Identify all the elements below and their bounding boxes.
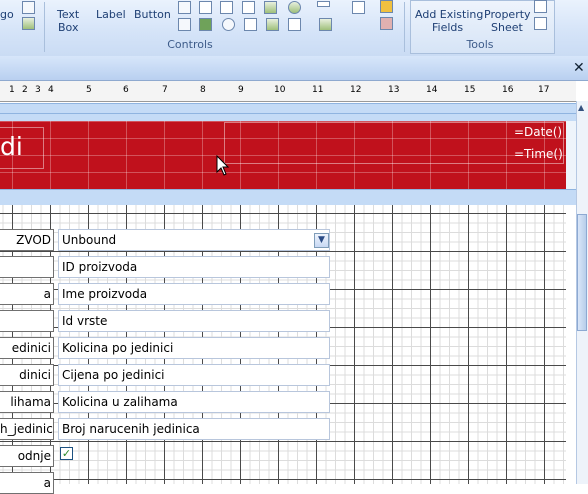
ruler-number: 17: [538, 85, 550, 95]
ruler-number: 7: [162, 85, 168, 95]
unbound-object-icon[interactable]: [288, 1, 301, 14]
subform-icon[interactable]: [199, 18, 212, 31]
label-kolicina-u-zalihama[interactable]: lihama: [0, 391, 54, 413]
ribbon-cut-label[interactable]: go: [0, 8, 14, 21]
report-title[interactable]: di: [0, 132, 23, 161]
field-id-proizvoda[interactable]: ID proizvoda: [58, 256, 330, 278]
ruler-number: 10: [274, 85, 286, 95]
horizontal-ruler: 1 2 3 4 5 6 7 8 9 10 11 12 13 14 15 16 1…: [0, 81, 576, 102]
label-proizvod[interactable]: ZVOD: [0, 229, 54, 251]
label-id-proizvoda[interactable]: [0, 256, 54, 278]
set-control-defaults-icon[interactable]: [380, 0, 393, 13]
field-kolicina-u-zalihama[interactable]: Kolicina u zalihama: [58, 391, 330, 413]
label-button[interactable]: Label: [96, 8, 126, 21]
select-all-icon[interactable]: [380, 17, 393, 30]
line-color-icon[interactable]: [319, 18, 332, 31]
ruler-number: 15: [464, 85, 476, 95]
chart-icon[interactable]: [264, 1, 277, 14]
insert-page-number-icon[interactable]: [352, 1, 365, 14]
document-tab-strip: [0, 56, 588, 81]
label-broj-narucenih-jedinica[interactable]: h_jedinica: [0, 418, 54, 440]
option-button-icon[interactable]: [222, 18, 235, 31]
ruler-number: 6: [123, 85, 129, 95]
tools-group-label: Tools: [466, 38, 494, 51]
field-id-vrste[interactable]: Id vrste: [58, 310, 330, 332]
ruler-number: 8: [200, 85, 206, 95]
field-kolicina-po-jedinici[interactable]: Kolicina po jedinici: [58, 337, 330, 359]
ruler-number: 16: [502, 85, 514, 95]
ruler-number: 13: [388, 85, 400, 95]
label-extra[interactable]: a: [0, 472, 54, 494]
time-expression[interactable]: =Time(): [514, 147, 563, 161]
discontinued-checkbox[interactable]: ✓: [60, 447, 73, 460]
date-time-box: [224, 122, 564, 164]
ribbon-separator: [404, 2, 405, 52]
tab-control-icon[interactable]: [178, 1, 191, 14]
attachment-icon[interactable]: [288, 18, 301, 31]
label-ime-proizvoda[interactable]: a: [0, 283, 54, 305]
ruler-number: 4: [48, 85, 54, 95]
detail-margin: [566, 205, 576, 484]
text-box-line2: Box: [58, 21, 79, 34]
scrollbar-thumb[interactable]: [577, 214, 587, 331]
ruler-number: 1: [9, 85, 15, 95]
field-broj-narucenih-jedinica[interactable]: Broj narucenih jedinica: [58, 418, 330, 440]
list-box-icon[interactable]: [178, 18, 191, 31]
line-style-icon[interactable]: [317, 1, 330, 7]
property-sheet-line2: Sheet: [491, 21, 523, 34]
option-group-icon[interactable]: [199, 1, 212, 14]
text-box-line1: Text: [57, 8, 80, 21]
view-code-icon[interactable]: [534, 0, 547, 13]
ruler-number: 3: [35, 85, 41, 95]
format-painter-icon[interactable]: [22, 17, 35, 30]
ruler-number: 2: [22, 85, 28, 95]
ruler-number: 11: [312, 85, 324, 95]
close-document-icon[interactable]: ✕: [573, 60, 585, 76]
ruler-number: 12: [350, 85, 362, 95]
label-id-vrste[interactable]: [0, 310, 54, 332]
button-button[interactable]: Button: [134, 8, 171, 21]
date-expression[interactable]: =Date(): [514, 125, 562, 139]
field-cijena-po-jedinici[interactable]: Cijena po jedinici: [58, 364, 330, 386]
property-sheet-line1: Property: [484, 8, 531, 21]
add-existing-line2: Fields: [432, 21, 464, 34]
header-margin: [566, 121, 576, 189]
scroll-up-icon[interactable]: ▲: [578, 103, 584, 112]
label-proizvodnje[interactable]: odnje: [0, 445, 54, 467]
ribbon: go Text Box Label Button Controls Add Ex…: [0, 0, 588, 57]
ruler-number: 14: [426, 85, 438, 95]
combo-box-icon[interactable]: [242, 1, 255, 14]
field-ime-proizvoda[interactable]: Ime proizvoda: [58, 283, 330, 305]
label-kolicina-po-jedinici[interactable]: edinici: [0, 337, 54, 359]
image-icon[interactable]: [266, 18, 279, 31]
toggle-button-icon[interactable]: [244, 18, 257, 31]
add-existing-line1: Add Existing: [415, 8, 484, 21]
chevron-down-icon[interactable]: ▼: [314, 233, 329, 248]
mouse-pointer-icon: [216, 155, 230, 176]
ruler-number: 9: [238, 85, 244, 95]
convert-macros-icon[interactable]: [534, 17, 547, 30]
ruler-number: 5: [86, 85, 92, 95]
clipboard-icon[interactable]: [22, 1, 35, 14]
ribbon-separator: [44, 2, 45, 52]
label-cijena-po-jedinici[interactable]: dinici: [0, 364, 54, 386]
product-combo-box[interactable]: Unbound: [58, 229, 330, 251]
checkbox-control-icon[interactable]: [220, 1, 233, 14]
controls-group-label: Controls: [167, 38, 213, 51]
